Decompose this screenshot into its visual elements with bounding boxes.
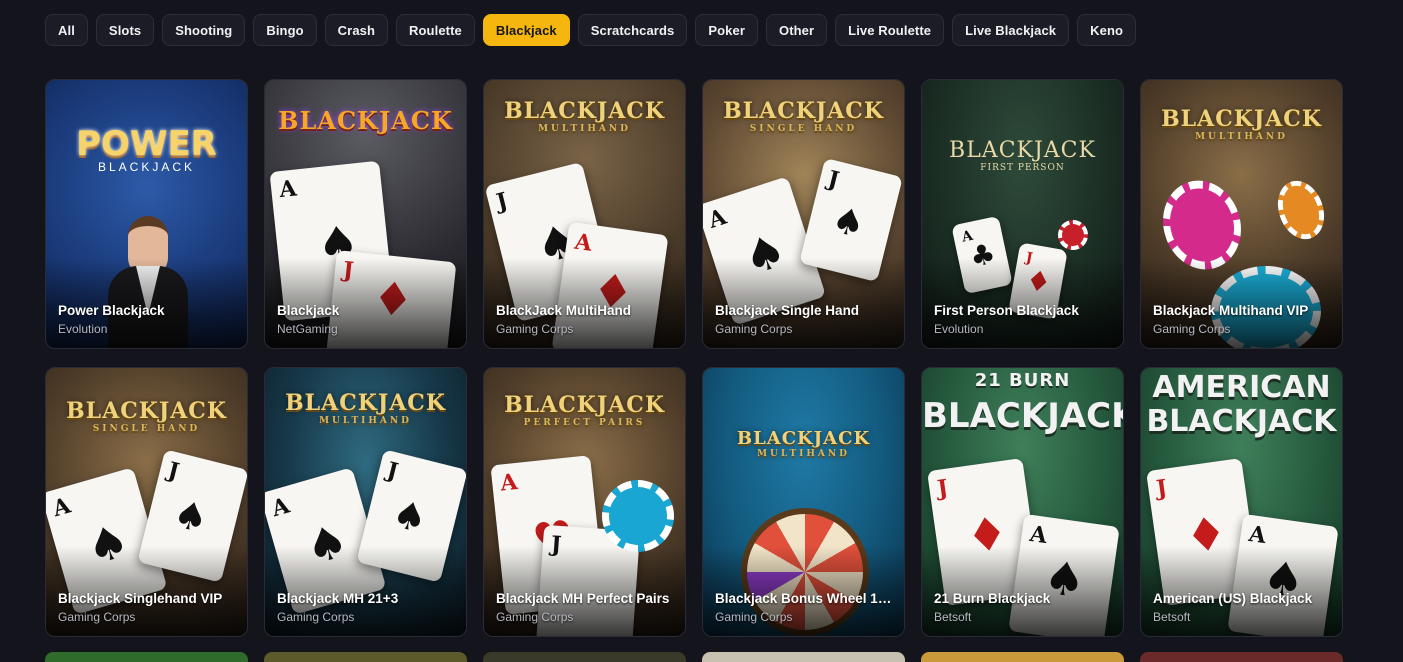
game-logo-sub: BLACKJACK: [97, 160, 196, 174]
game-title: American (US) Blackjack: [1153, 591, 1313, 606]
game-logo: BLACKJACK MULTIHAND: [504, 98, 665, 134]
game-provider: Gaming Corps: [58, 610, 136, 624]
game-provider: NetGaming: [277, 322, 338, 336]
game-title: Power Blackjack: [58, 303, 165, 318]
game-card[interactable]: BLACKJACK SINGLE HAND A ♠ J ♠ Blackjack S…: [45, 367, 248, 637]
game-card[interactable]: BLACKJACK A ♠ J ♦ Blackjack NetGaming: [264, 79, 467, 349]
next-row-peek: [45, 652, 1343, 662]
filter-keno[interactable]: Keno: [1077, 14, 1137, 46]
game-provider: Gaming Corps: [496, 610, 574, 624]
game-logo: BLACKJACK SINGLE HAND: [723, 98, 884, 134]
game-logo: BLACKJACK: [1146, 404, 1337, 439]
game-logo: BLACKJACK: [922, 396, 1124, 436]
game-card[interactable]: BLACKJACK MULTIHAND A ♠ J ♠ Blackjack MH …: [264, 367, 467, 637]
chip-icon: [1270, 174, 1332, 246]
game-card[interactable]: BLACKJACKFIRST PERSON A ♣ J ♦ First Pers…: [921, 79, 1124, 349]
filter-blackjack[interactable]: Blackjack: [482, 14, 570, 46]
game-logo-sub: 21 BURN: [974, 370, 1071, 391]
filter-roulette[interactable]: Roulette: [396, 14, 475, 46]
game-provider: Evolution: [58, 322, 108, 336]
game-logo: BLACKJACK PERFECT PAIRS: [504, 392, 665, 428]
filter-all[interactable]: All: [45, 14, 88, 46]
game-title: Blackjack Bonus Wheel 1000: [715, 591, 894, 606]
game-logo: POWER: [76, 124, 217, 164]
game-provider: Gaming Corps: [1153, 322, 1231, 336]
game-title: First Person Blackjack: [934, 303, 1079, 318]
game-logo: BLACKJACK FIRST PERSON: [949, 138, 1096, 173]
game-logo: BLACKJACK SINGLE HAND: [66, 398, 227, 434]
filter-other[interactable]: Other: [765, 14, 828, 46]
game-title: BlackJack MultiHand: [496, 303, 632, 318]
game-card[interactable]: POWER BLACKJACK Power Blackjack Evolutio…: [45, 79, 248, 349]
game-grid: POWER BLACKJACK Power Blackjack Evolutio…: [45, 79, 1343, 637]
filter-shooting[interactable]: Shooting: [162, 14, 246, 46]
filter-live-blackjack[interactable]: Live Blackjack: [952, 14, 1070, 46]
game-card[interactable]: BLACKJACK SINGLE HAND A ♠ J ♠ Blackjack S…: [702, 79, 905, 349]
game-card[interactable]: AMERICAN BLACKJACK J ♦ A ♠ American (US)…: [1140, 367, 1343, 637]
game-title: Blackjack Single Hand: [715, 303, 860, 318]
game-provider: Betsoft: [1153, 610, 1191, 624]
game-provider: Gaming Corps: [277, 610, 355, 624]
game-logo: BLACKJACK MULTIHAND: [1161, 106, 1322, 142]
game-provider: Gaming Corps: [496, 322, 574, 336]
game-title: Blackjack: [277, 303, 340, 318]
game-card[interactable]: BLACKJACKMULTIHAND J ♠ A ♦ BlackJack Mul…: [483, 79, 686, 349]
game-logo: BLACKJACK MULTIHAND: [285, 390, 446, 426]
filter-poker[interactable]: Poker: [695, 14, 758, 46]
game-provider: Evolution: [934, 322, 984, 336]
game-title: Blackjack Multihand VIP: [1153, 303, 1309, 318]
game-provider: Betsoft: [934, 610, 972, 624]
game-title: 21 Burn Blackjack: [934, 591, 1051, 606]
game-card[interactable]: BLACKJACK MULTIHAND Blackjack Multihand V…: [1140, 79, 1343, 349]
filter-bingo[interactable]: Bingo: [253, 14, 317, 46]
game-title: Blackjack MH 21+3: [277, 591, 399, 606]
filter-live-roulette[interactable]: Live Roulette: [835, 14, 945, 46]
category-filter-bar: All Slots Shooting Bingo Crash Roulette …: [45, 14, 1383, 46]
game-card[interactable]: BLACKJACKPERFECT PAIRS A ♥ J Blackjack M…: [483, 367, 686, 637]
game-card[interactable]: 21 BURN BLACKJACK J ♦ A ♠ 21 Burn Blackj…: [921, 367, 1124, 637]
game-title: Blackjack Singlehand VIP: [58, 591, 223, 606]
filter-scratchcards[interactable]: Scratchcards: [577, 14, 688, 46]
game-logo: BLACKJACK: [278, 106, 453, 135]
game-card[interactable]: BLACKJACK MULTIHAND Blackjack Bonus Wheel…: [702, 367, 905, 637]
game-title: Blackjack MH Perfect Pairs: [496, 591, 670, 606]
filter-slots[interactable]: Slots: [95, 14, 155, 46]
game-provider: Gaming Corps: [715, 610, 793, 624]
game-provider: Gaming Corps: [715, 322, 793, 336]
game-logo: BLACKJACK MULTIHAND: [736, 428, 871, 459]
chip-icon: [602, 480, 674, 552]
game-logo-sub: AMERICAN: [1152, 370, 1331, 405]
filter-crash[interactable]: Crash: [324, 14, 389, 46]
